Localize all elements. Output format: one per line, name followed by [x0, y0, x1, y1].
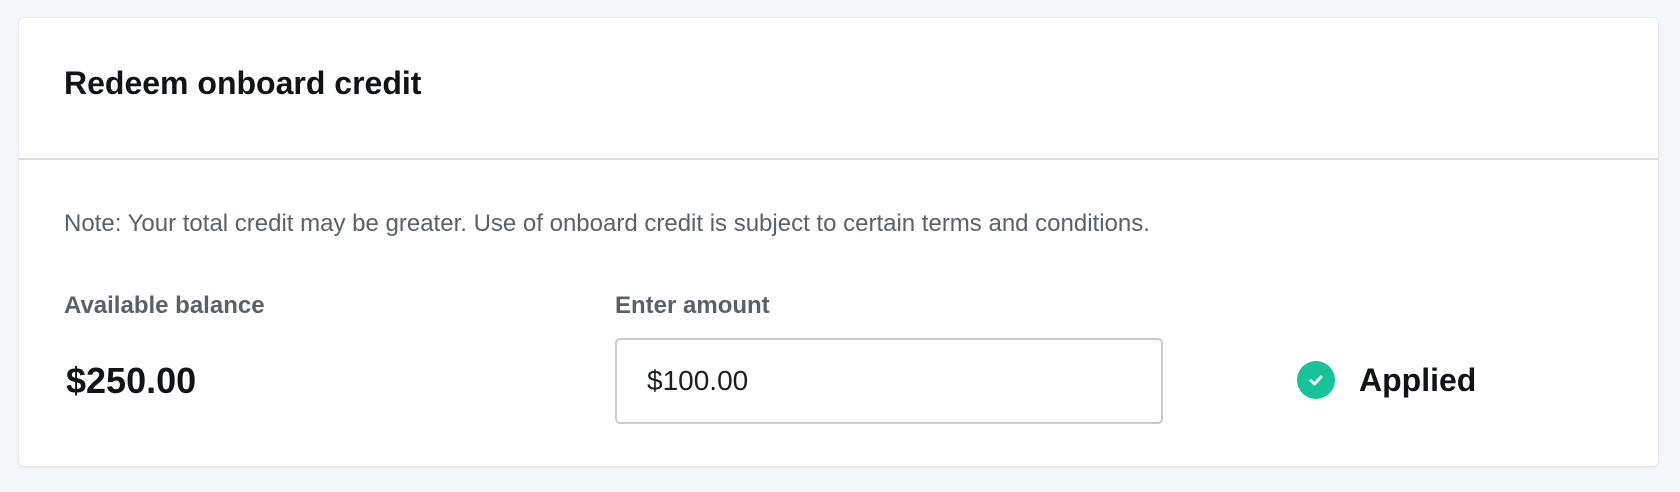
- check-circle-icon: [1297, 361, 1335, 399]
- available-balance-value: $250.00: [66, 360, 197, 401]
- card-title: Redeem onboard credit: [64, 65, 422, 101]
- terms-note: Note: Your total credit may be greater. …: [64, 210, 1150, 237]
- enter-amount-label: Enter amount: [615, 292, 770, 319]
- applied-status-label: Applied: [1359, 361, 1477, 398]
- applied-status: Applied: [1297, 360, 1476, 400]
- amount-input[interactable]: [615, 338, 1163, 424]
- card-header: Redeem onboard credit: [19, 18, 1658, 160]
- redeem-credit-card: Redeem onboard credit Note: Your total c…: [18, 17, 1659, 467]
- available-balance-label: Available balance: [64, 292, 265, 319]
